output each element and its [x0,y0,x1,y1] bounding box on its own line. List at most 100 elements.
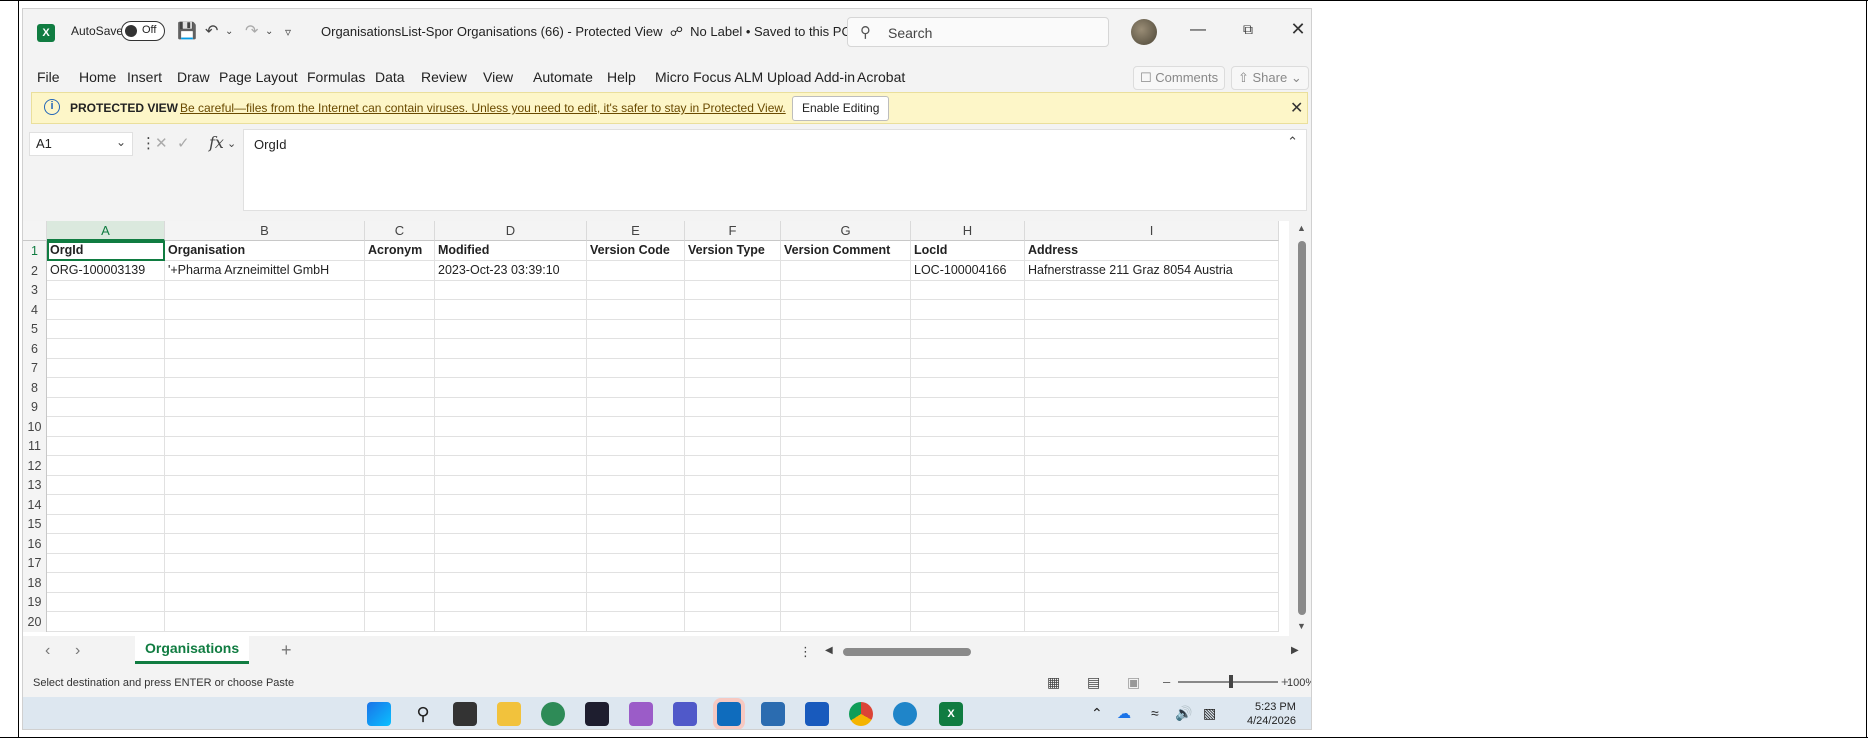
menu-review[interactable]: Review [421,69,467,85]
horizontal-scrollbar[interactable]: ◀ ▶ [823,645,1303,659]
row-header[interactable]: 7 [23,358,47,378]
intellij-icon[interactable] [585,702,609,726]
empty-cell[interactable] [587,319,685,339]
empty-cell[interactable] [47,611,165,632]
customize-toolbar-icon[interactable]: ▿ [285,25,291,39]
empty-cell[interactable] [587,592,685,612]
empty-cell[interactable] [911,514,1025,534]
empty-cell[interactable] [911,416,1025,437]
empty-cell[interactable] [911,319,1025,339]
scroll-up-icon[interactable]: ▲ [1297,223,1306,233]
previous-sheet-icon[interactable]: ‹ [45,642,50,660]
empty-cell[interactable] [1025,572,1279,593]
empty-cell[interactable] [47,514,165,534]
close-icon[interactable]: ✕ [1290,98,1303,118]
row-header[interactable]: 1 [23,241,47,261]
empty-cell[interactable] [47,592,165,612]
empty-cell[interactable] [587,553,685,573]
empty-cell[interactable] [911,533,1025,554]
empty-cell[interactable] [685,280,781,300]
empty-cell[interactable] [435,358,587,378]
empty-cell[interactable] [685,397,781,417]
empty-cell[interactable] [47,358,165,378]
empty-cell[interactable] [911,338,1025,359]
row-header[interactable]: 13 [23,475,47,495]
empty-cell[interactable] [365,377,435,398]
data-cell[interactable] [587,260,685,281]
empty-cell[interactable] [47,455,165,476]
zoom-level[interactable]: 100% [1287,677,1311,689]
header-cell[interactable]: Version Comment [781,241,911,261]
task-view-icon[interactable] [453,702,477,726]
menu-automate[interactable]: Automate [533,69,593,85]
column-header-b[interactable]: B [165,221,365,241]
empty-cell[interactable] [365,280,435,300]
empty-cell[interactable] [435,494,587,515]
row-header[interactable]: 2 [23,260,47,281]
document-title[interactable]: OrganisationsList-Spor Organisations (66… [321,24,865,40]
empty-cell[interactable] [47,533,165,554]
empty-cell[interactable] [435,611,587,632]
row-header[interactable]: 18 [23,572,47,593]
empty-cell[interactable] [911,358,1025,378]
enter-icon[interactable]: ✓ [177,134,190,152]
empty-cell[interactable] [165,319,365,339]
data-cell[interactable] [781,260,911,281]
header-cell[interactable]: OrgId [47,241,165,261]
row-header[interactable]: 15 [23,514,47,534]
empty-cell[interactable] [587,514,685,534]
avatar[interactable] [1131,19,1157,45]
menu-help[interactable]: Help [607,69,636,85]
empty-cell[interactable] [435,319,587,339]
chevron-down-icon[interactable]: ⌄ [227,137,236,150]
wifi-icon[interactable]: ≈ [1151,705,1159,721]
empty-cell[interactable] [435,572,587,593]
empty-cell[interactable] [435,455,587,476]
row-header[interactable]: 14 [23,494,47,515]
page-break-view-icon[interactable]: ▣ [1127,674,1140,691]
empty-cell[interactable] [911,553,1025,573]
empty-cell[interactable] [781,475,911,495]
m365-icon[interactable] [629,702,653,726]
empty-cell[interactable] [47,572,165,593]
data-cell[interactable]: '+Pharma Arzneimittel GmbH [165,260,365,281]
menu-data[interactable]: Data [375,69,405,85]
empty-cell[interactable] [47,494,165,515]
empty-cell[interactable] [1025,592,1279,612]
empty-cell[interactable] [365,397,435,417]
empty-cell[interactable] [685,377,781,398]
empty-cell[interactable] [1025,416,1279,437]
empty-cell[interactable] [1025,299,1279,320]
empty-cell[interactable] [47,299,165,320]
empty-cell[interactable] [365,494,435,515]
empty-cell[interactable] [1025,611,1279,632]
empty-cell[interactable] [685,611,781,632]
battery-icon[interactable]: ▧ [1203,705,1216,722]
menu-insert[interactable]: Insert [127,69,162,85]
empty-cell[interactable] [435,436,587,456]
empty-cell[interactable] [685,416,781,437]
chrome-icon[interactable] [849,702,873,726]
undo-dropdown-icon[interactable]: ⌄ [225,26,233,37]
onedrive-icon[interactable]: ☁ [1117,705,1131,722]
empty-cell[interactable] [911,611,1025,632]
menu-draw[interactable]: Draw [177,69,210,85]
column-header-c[interactable]: C [365,221,435,241]
row-header[interactable]: 17 [23,553,47,573]
empty-cell[interactable] [781,455,911,476]
name-box[interactable]: A1 ⌄ [29,132,133,156]
empty-cell[interactable] [1025,514,1279,534]
empty-cell[interactable] [781,436,911,456]
sheet-tab-organisations[interactable]: Organisations [135,636,250,664]
empty-cell[interactable] [781,592,911,612]
empty-cell[interactable] [685,475,781,495]
empty-cell[interactable] [165,436,365,456]
empty-cell[interactable] [587,533,685,554]
cancel-icon[interactable]: ✕ [155,134,168,152]
empty-cell[interactable] [1025,436,1279,456]
empty-cell[interactable] [685,572,781,593]
data-cell[interactable]: 2023-Oct-23 03:39:10 [435,260,587,281]
empty-cell[interactable] [685,592,781,612]
empty-cell[interactable] [165,514,365,534]
empty-cell[interactable] [165,455,365,476]
